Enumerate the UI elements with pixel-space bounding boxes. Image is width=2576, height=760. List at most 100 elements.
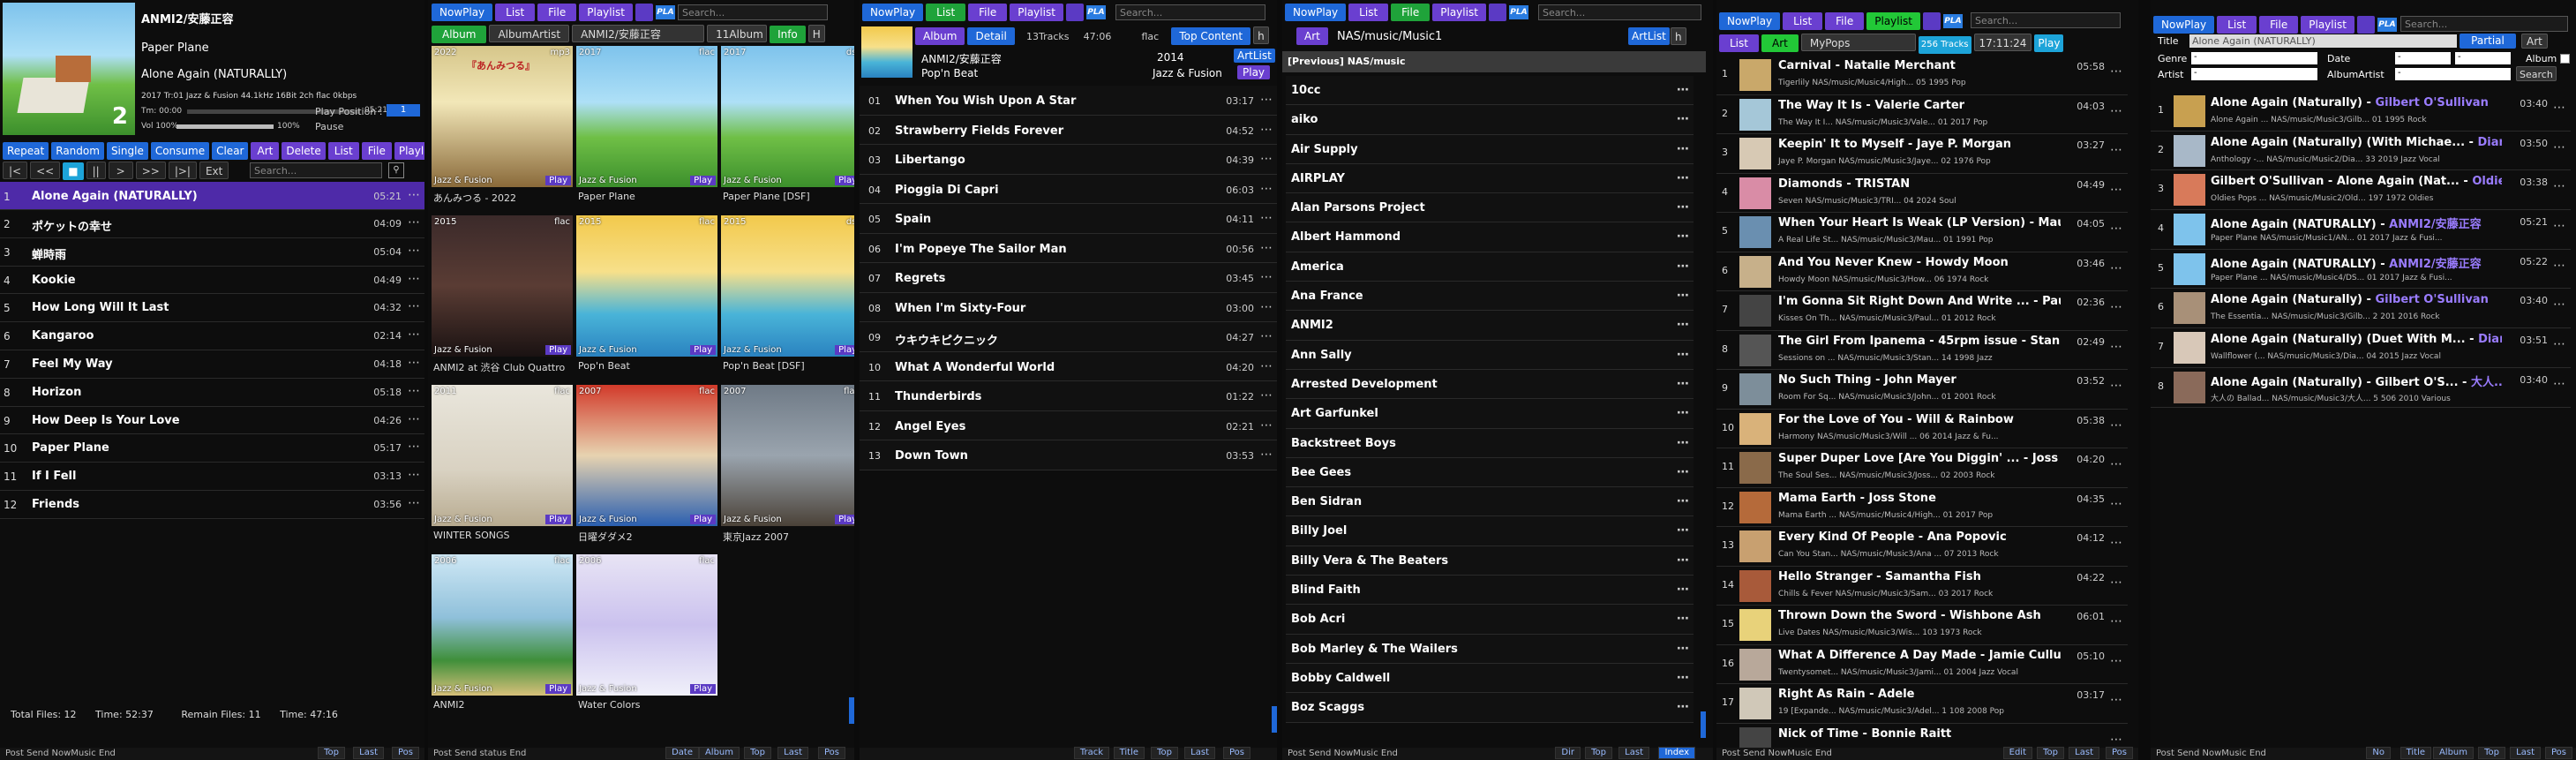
queue-row[interactable]: 9 How Deep Is Your Love 04:26 ⋯ bbox=[0, 407, 424, 435]
queue-row[interactable]: 7 Feel My Way 04:18 ⋯ bbox=[0, 350, 424, 379]
more-icon[interactable]: ⋯ bbox=[2110, 300, 2122, 314]
album-tile[interactable]: 2017 flac Jazz & Fusion Play bbox=[576, 46, 717, 187]
match-mode-select[interactable]: Partial bbox=[2460, 34, 2516, 49]
more-icon[interactable]: ⋯ bbox=[2110, 733, 2122, 747]
search-result-row[interactable]: 2 Alone Again (Naturally) (With Michae...… bbox=[2151, 132, 2571, 171]
playlist-row[interactable]: 12 Mama Earth - Joss Stone Mama Earth ... … bbox=[1716, 488, 2128, 527]
file-button[interactable]: File bbox=[1825, 12, 1865, 30]
search-input[interactable]: Search... bbox=[250, 162, 382, 178]
more-icon[interactable]: ⋯ bbox=[1260, 418, 1273, 433]
search-input[interactable]: Search... bbox=[1115, 4, 1265, 20]
list-button[interactable]: List bbox=[327, 142, 359, 160]
more-icon[interactable]: ⋯ bbox=[1260, 359, 1273, 373]
footer-tab-pos[interactable]: Pos bbox=[1222, 747, 1250, 759]
folder-row[interactable]: Bee Gees ⋯ bbox=[1286, 457, 1694, 488]
art-button[interactable]: Art bbox=[251, 142, 280, 160]
more-icon[interactable]: ⋯ bbox=[408, 440, 420, 454]
scrollbar[interactable] bbox=[1272, 706, 1277, 733]
folder-row[interactable]: ANMI2 ⋯ bbox=[1286, 311, 1694, 341]
more-icon[interactable]: ⋯ bbox=[2553, 259, 2565, 273]
prev-button[interactable]: << bbox=[30, 162, 61, 179]
more-icon[interactable]: ⋯ bbox=[408, 272, 420, 286]
nowplay-button[interactable]: NowPlay bbox=[2153, 16, 2215, 34]
more-icon[interactable]: ⋯ bbox=[1260, 93, 1273, 107]
folder-row[interactable]: Alan Parsons Project ⋯ bbox=[1286, 193, 1694, 223]
search-button[interactable]: Search bbox=[2516, 66, 2557, 81]
more-icon[interactable]: ⋯ bbox=[1677, 693, 1689, 722]
play-album-button[interactable]: Play bbox=[545, 515, 571, 524]
footer-tab-title[interactable]: Title bbox=[1113, 747, 1145, 759]
playlist-button[interactable]: Playlist bbox=[394, 142, 424, 160]
first-track-button[interactable]: |< bbox=[3, 162, 28, 179]
queue-row[interactable]: 5 How Long Will It Last 04:32 ⋯ bbox=[0, 294, 424, 323]
playlist-row[interactable]: 2 The Way It Is - Valerie Carter The Way I… bbox=[1716, 95, 2128, 134]
now-cover[interactable]: 2 bbox=[3, 3, 135, 135]
art-button[interactable]: Art bbox=[1296, 27, 1328, 45]
play-position-input[interactable]: 1 bbox=[387, 104, 420, 117]
track-row[interactable]: 10 What A Wonderful World 04:20 ⋯ bbox=[860, 351, 1277, 381]
more-icon[interactable]: ⋯ bbox=[2110, 693, 2122, 707]
more-icon[interactable]: ⋯ bbox=[2110, 143, 2122, 157]
date-from-select[interactable]: - bbox=[2395, 52, 2451, 64]
more-icon[interactable]: ⋯ bbox=[1260, 270, 1273, 284]
more-icon[interactable]: ⋯ bbox=[1677, 546, 1689, 576]
settings-icon[interactable] bbox=[635, 4, 653, 21]
list-button[interactable]: List bbox=[926, 4, 966, 21]
footer-tab-pos[interactable]: Pos bbox=[391, 747, 419, 759]
track-row[interactable]: 02 Strawberry Fields Forever 04:52 ⋯ bbox=[860, 115, 1277, 145]
footer-tab-last[interactable]: Last bbox=[2069, 747, 2099, 759]
footer-tab-top[interactable]: Top bbox=[1151, 747, 1178, 759]
playlist-row[interactable]: 3 Keepin' It to Myself - Jaye P. Morgan Ja… bbox=[1716, 134, 2128, 174]
more-icon[interactable]: ⋯ bbox=[408, 188, 420, 202]
track-row[interactable]: 03 Libertango 04:39 ⋯ bbox=[860, 145, 1277, 175]
album-tile[interactable]: 2022 mp3 Jazz & Fusion Play 『あんみつる』 bbox=[432, 46, 573, 187]
search-result-row[interactable]: 7 Alone Again (Naturally) (Duet With M...… bbox=[2151, 328, 2571, 368]
more-icon[interactable]: ⋯ bbox=[408, 299, 420, 313]
settings-icon[interactable] bbox=[1065, 4, 1084, 21]
scrollbar[interactable] bbox=[1701, 711, 1706, 738]
last-track-button[interactable]: |>| bbox=[168, 162, 197, 179]
playlist-row[interactable]: 14 Hello Stranger - Samantha Fish Chills &… bbox=[1716, 567, 2128, 606]
folder-row[interactable]: Backstreet Boys ⋯ bbox=[1286, 428, 1694, 458]
footer-tab-date[interactable]: Date bbox=[665, 747, 699, 759]
more-icon[interactable]: ⋯ bbox=[1677, 429, 1689, 458]
file-button[interactable]: File bbox=[968, 4, 1008, 21]
more-icon[interactable]: ⋯ bbox=[408, 468, 420, 482]
more-icon[interactable]: ⋯ bbox=[1677, 222, 1689, 252]
folder-row[interactable]: aiko ⋯ bbox=[1286, 105, 1694, 135]
more-icon[interactable]: ⋯ bbox=[1677, 370, 1689, 399]
more-icon[interactable]: ⋯ bbox=[1677, 311, 1689, 340]
volume-slider[interactable] bbox=[176, 124, 274, 129]
play-album-button[interactable]: Play bbox=[545, 176, 571, 185]
footer-tab-no[interactable]: No bbox=[2366, 747, 2391, 759]
tab-detail[interactable]: Detail bbox=[967, 27, 1015, 45]
track-row[interactable]: 07 Regrets 03:45 ⋯ bbox=[860, 263, 1277, 293]
nowplay-button[interactable]: NowPlay bbox=[1719, 12, 1781, 30]
file-button[interactable]: File bbox=[2259, 16, 2299, 34]
more-icon[interactable]: ⋯ bbox=[2110, 654, 2122, 668]
more-icon[interactable]: ⋯ bbox=[2110, 497, 2122, 511]
playlist-row[interactable]: 16 What A Difference A Day Made - Jamie C… bbox=[1716, 645, 2128, 684]
folder-row[interactable]: Bob Marley & The Wailers ⋯ bbox=[1286, 634, 1694, 664]
search-input[interactable]: Search... bbox=[678, 4, 828, 20]
folder-row[interactable]: Air Supply ⋯ bbox=[1286, 134, 1694, 164]
footer-tab-pos[interactable]: Pos bbox=[2105, 747, 2133, 759]
stop-button[interactable]: ■ bbox=[63, 162, 84, 180]
artlist-button[interactable]: ArtList bbox=[1628, 27, 1670, 45]
tab-album[interactable]: Album bbox=[915, 27, 965, 45]
more-icon[interactable]: ⋯ bbox=[408, 215, 420, 230]
footer-tab-title[interactable]: Title bbox=[2400, 747, 2431, 759]
clear-button[interactable]: Clear bbox=[212, 142, 249, 160]
nowplay-button[interactable]: NowPlay bbox=[432, 4, 493, 21]
album-tile[interactable]: 2015 flac Jazz & Fusion Play bbox=[576, 215, 717, 357]
more-icon[interactable]: ⋯ bbox=[1677, 164, 1689, 193]
tab-albumartist[interactable]: AlbumArtist bbox=[489, 25, 570, 42]
search-result-row[interactable]: 3 Gilbert O'Sullivan - Alone Again (Nat..… bbox=[2151, 170, 2571, 211]
more-icon[interactable]: ⋯ bbox=[1677, 193, 1689, 222]
track-row[interactable]: 12 Angel Eyes 02:21 ⋯ bbox=[860, 410, 1277, 440]
h-button[interactable]: h bbox=[1253, 26, 1269, 44]
playlist-row[interactable]: 17 Right As Rain - Adele 19 [Expande... NA… bbox=[1716, 684, 2128, 724]
playlist-button[interactable]: Playlist bbox=[1010, 4, 1063, 21]
settings-icon[interactable] bbox=[1488, 4, 1506, 21]
play-album-button[interactable]: Play bbox=[545, 684, 571, 694]
